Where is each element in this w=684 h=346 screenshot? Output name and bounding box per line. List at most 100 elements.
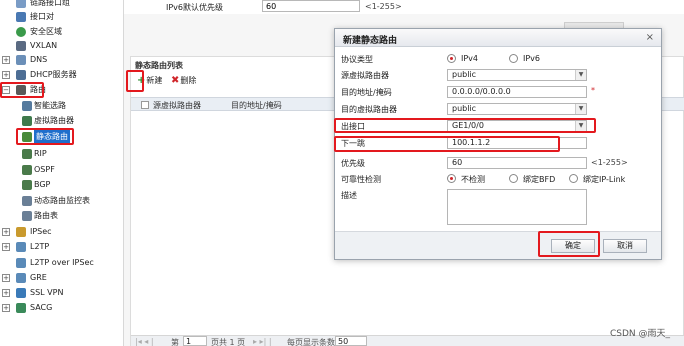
dest-router-select[interactable]: public ▼ [447,103,587,115]
sidebar-item-ssl-vpn[interactable]: + SSL VPN [0,286,124,300]
sidebar-item-label: VXLAN [30,41,58,50]
priority-label: 优先级 [341,159,365,168]
security-zone-icon [16,27,26,37]
delete-button-label: 删除 [180,76,197,85]
dns-icon [16,55,26,65]
expand-icon[interactable]: + [2,56,10,64]
sidebar-item-l2tp[interactable]: + L2TP [0,240,124,254]
sidebar-item-label: IPSec [30,227,52,236]
sidebar-item-l2tp-ipsec[interactable]: L2TP over IPSec [0,256,124,270]
src-router-value: public [452,70,477,79]
ipv6-radio[interactable] [509,54,518,63]
expand-icon[interactable]: + [2,304,10,312]
description-label: 描述 [341,191,357,200]
ipv4-radio[interactable] [447,54,456,63]
sidebar-item-dynamic-route-monitor[interactable]: 动态路由监控表 [0,194,124,208]
sidebar-item-ipsec[interactable]: + IPSec [0,225,124,239]
sidebar-item-label: BGP [34,180,51,189]
sidebar-item-label: RIP [34,149,47,158]
sidebar-item-label: L2TP [30,242,50,251]
monitor-table-icon [22,196,32,206]
highlight-box-static-route [16,128,74,145]
sidebar-item-dns[interactable]: + DNS [0,53,124,67]
sidebar-item-label: OSPF [34,165,55,174]
sidebar-item-link-group[interactable]: 链路接口组 [0,0,124,10]
bind-bfd-radio-label: 绑定BFD [523,175,556,184]
highlight-box-out-interface [334,118,596,133]
pager: |◂ ◂ | 第 1 页共 1 页 ▸ ▸| | 每页显示条数 50 [131,335,684,346]
highlight-box-new-button [126,70,144,92]
expand-icon[interactable]: + [2,274,10,282]
per-page-label: 每页显示条数 [287,338,335,346]
delete-button[interactable]: ✖删除 [171,75,196,87]
select-all-checkbox[interactable] [141,101,149,109]
sacg-icon [16,303,26,313]
protocol-label: 协议类型 [341,55,373,64]
sidebar-item-label: L2TP over IPSec [30,258,94,267]
sidebar-item-label: DNS [30,55,48,64]
expand-icon[interactable]: + [2,228,10,236]
link-group-icon [16,0,26,8]
sidebar-item-vxlan[interactable]: VXLAN [0,39,124,53]
src-router-select[interactable]: public ▼ [447,69,587,81]
cancel-button[interactable]: 取消 [603,239,647,253]
sidebar-item-rip[interactable]: RIP [0,147,124,161]
highlight-box-next-hop [334,136,560,152]
ipv6-priority-hint: <1-255> [365,2,402,11]
per-page-select[interactable]: 50 [335,336,367,346]
expand-icon[interactable]: + [2,289,10,297]
sidebar-item-label: SACG [30,303,53,312]
l2tp-ipsec-icon [16,258,26,268]
page-number-input[interactable]: 1 [183,336,207,346]
ipv6-priority-input[interactable] [262,0,360,12]
pager-page-suffix: 页共 1 页 [211,338,246,346]
sidebar-item-route-table[interactable]: 路由表 [0,209,124,223]
sidebar-item-security-zone[interactable]: 安全区域 [0,25,124,39]
sidebar-item-label: 安全区域 [30,27,62,36]
sidebar-item-ospf[interactable]: OSPF [0,163,124,177]
sidebar-item-gre[interactable]: + GRE [0,271,124,285]
description-textarea[interactable] [447,189,587,225]
sidebar-item-label: DHCP服务器 [30,70,77,79]
expand-icon[interactable]: + [2,243,10,251]
bind-bfd-radio[interactable] [509,174,518,183]
smart-routing-icon [22,101,32,111]
dest-router-label: 目的虚拟路由器 [341,105,397,114]
sidebar-item-label: 智能选路 [34,101,66,110]
sidebar-item-bgp[interactable]: BGP [0,178,124,192]
sidebar-item-label: 路由表 [34,211,58,220]
column-header: 目的地址/掩码 [231,101,282,110]
ssl-vpn-icon [16,288,26,298]
no-detect-radio[interactable] [447,174,456,183]
pager-page-prefix: 第 [171,338,179,346]
required-mark: * [591,86,595,95]
expand-icon[interactable]: + [2,71,10,79]
chevron-down-icon: ▼ [575,70,586,80]
pager-nav-first-prev[interactable]: |◂ ◂ | [135,337,154,346]
watermark: CSDN @雨天_ [609,329,670,339]
rip-icon [22,149,32,159]
ipv6-radio-label: IPv6 [523,54,541,63]
sidebar-item-label: 动态路由监控表 [34,196,90,205]
sidebar: 链路接口组 接口对 安全区域 VXLAN + DNS + DHCP服务器 − 路… [0,0,124,346]
sidebar-item-dhcp[interactable]: + DHCP服务器 [0,68,124,82]
priority-input[interactable]: 60 [447,157,587,169]
sidebar-item-interface-pair[interactable]: 接口对 [0,10,124,24]
dialog-title: 新建静态路由 [343,36,398,46]
dest-input[interactable]: 0.0.0.0/0.0.0.0 [447,86,587,98]
new-button-label: 新建 [146,76,163,85]
ospf-icon [22,165,32,175]
sidebar-item-sacg[interactable]: + SACG [0,301,124,315]
close-icon[interactable]: × [646,32,654,43]
pager-nav-next-last[interactable]: ▸ ▸| | [253,337,272,346]
no-detect-radio-label: 不检测 [461,175,485,184]
interface-pair-icon [16,12,26,22]
dest-label: 目的地址/掩码 [341,88,392,97]
l2tp-icon [16,242,26,252]
bgp-icon [22,180,32,190]
sidebar-item-virtual-router[interactable]: 虚拟路由器 [0,114,124,128]
gre-icon [16,273,26,283]
priority-hint: <1-255> [591,158,628,167]
sidebar-item-smart-routing[interactable]: 智能选路 [0,99,124,113]
bind-ip-link-radio[interactable] [569,174,578,183]
